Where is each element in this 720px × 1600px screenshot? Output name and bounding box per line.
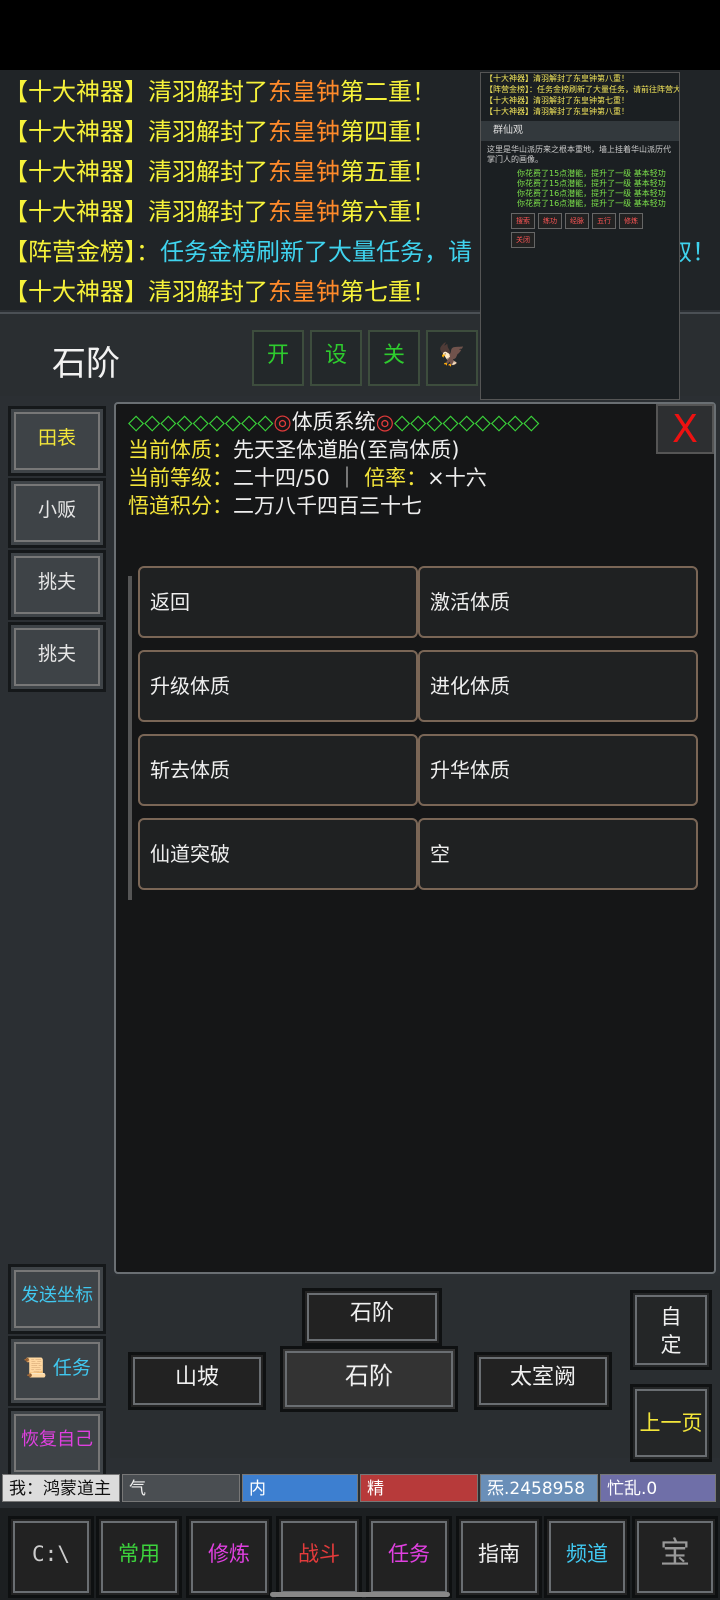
previous-page-button[interactable]: 上一页 [630,1384,712,1462]
location-title: 石阶 [52,344,120,384]
busy-display: 忙乱.0 [600,1474,716,1502]
mini-window-overlay[interactable]: 【十大神器】清羽解封了东皇钟第八重！ 【阵营金榜】：任务金榜刷新了大量任务，请前… [480,72,680,400]
settings-button[interactable]: 设 [310,330,362,386]
circle-decoration: ◎ [375,410,395,434]
npc-button-xiaofan[interactable]: 小贩 [8,478,106,548]
empty-slot-button[interactable]: 空 [418,818,698,890]
upgrade-constitution-button[interactable]: 升级体质 [138,650,418,722]
player-name: 我：鸿蒙道主 [2,1474,120,1502]
mini-description: 这里是华山派历来之根本重地，墙上挂着华山派历代掌门人的画像。 [487,145,671,164]
bottom-menu-bar: C:\ 常用 修炼 战斗 任务 指南 频道 宝 [0,1508,720,1600]
mini-button[interactable]: 关闭 [511,232,535,248]
current-level: 当前等级：二十四/50 ｜ 倍率：×十六 [128,466,487,490]
channel-button[interactable]: 频道 [544,1516,630,1598]
mini-log-line: 你花费了15点潜能，提升了一级 基本轻功 [517,179,666,188]
status-bar [0,0,720,70]
home-indicator [270,1592,450,1597]
custom-button[interactable]: 自 定 [630,1290,712,1370]
mini-button[interactable]: 五行 [592,213,616,229]
npc-button-tiaofu-2[interactable]: 挑夫 [8,622,106,692]
common-button[interactable]: 常用 [96,1516,182,1598]
mini-button-row: 搜索 练功 经脉 五行 修炼 关闭 [481,209,679,252]
immortal-breakthrough-button[interactable]: 仙道突破 [138,818,418,890]
chat-line: 【十大神器】清羽解封了东皇钟第六重！ [4,198,436,226]
panel-header: ◇◇◇◇◇◇◇◇◇◎体质系统◎◇◇◇◇◇◇◇◇◇ [128,408,539,436]
mini-button[interactable]: 经脉 [565,213,589,229]
nei-bar: 内 [242,1474,358,1502]
panel-title: 体质系统 [291,410,376,434]
enlightenment-points: 悟道积分：二万八千四百三十七 [128,494,422,518]
chat-line: 【十大神器】清羽解封了东皇钟第四重！ [4,118,436,146]
circle-decoration: ◎ [273,410,292,434]
npc-sidebar: 田表 小贩 挑夫 挑夫 发送坐标 📜 任务 恢复自己 [0,398,108,1478]
money-display: 炁.2458958 [480,1474,598,1502]
scroll-icon: 📜 [23,1357,47,1379]
send-coordinates-button[interactable]: 发送坐标 [8,1264,106,1334]
diamond-decoration: ◇◇◇◇◇◇◇◇◇ [128,410,274,434]
constitution-system-panel: ◇◇◇◇◇◇◇◇◇◎体质系统◎◇◇◇◇◇◇◇◇◇ X 当前体质：先天圣体道胎(至… [114,402,716,1274]
mini-location-title: 群仙观 [481,121,679,141]
battle-button[interactable]: 战斗 [276,1516,362,1598]
evolve-constitution-button[interactable]: 进化体质 [418,650,698,722]
current-constitution: 当前体质：先天圣体道胎(至高体质) [128,438,460,462]
mini-chat-line: 【十大神器】清羽解封了东皇钟第八重！ [485,74,629,83]
mini-log-line: 你花费了16点潜能，提升了一级 基本轻功 [517,199,666,208]
task-menu-button[interactable]: 任务 [366,1516,452,1598]
nav-north-button[interactable]: 石阶 [302,1288,442,1346]
mini-chat-line: 【十大神器】清羽解封了东皇钟第八重！ [485,107,629,116]
guide-button[interactable]: 指南 [456,1516,542,1598]
diamond-decoration: ◇◇◇◇◇◇◇◇◇ [394,410,540,434]
back-button[interactable]: 返回 [138,566,418,638]
mini-chat-line: 【十大神器】清羽解封了东皇钟第七重！ [485,96,629,105]
mini-chat-line: 【阵营金榜】：任务金榜刷新了大量任务，请前往阵营大厅接取！ [485,85,680,94]
eagle-icon[interactable]: 🦅 [426,330,478,386]
cultivate-button[interactable]: 修炼 [186,1516,272,1598]
chat-line: 【十大神器】清羽解封了东皇钟第二重！ [4,78,436,106]
navigation-panel: 石阶 山坡 石阶 太室阙 [110,1276,720,1458]
npc-button-tianbiao[interactable]: 田表 [8,406,106,476]
stats-bar: 我：鸿蒙道主 气 内 精 炁.2458958 忙乱.0 [0,1474,720,1504]
open-button[interactable]: 开 [252,330,304,386]
mini-log-line: 你花费了16点潜能，提升了一级 基本轻功 [517,189,666,198]
sublimate-constitution-button[interactable]: 升华体质 [418,734,698,806]
nav-current-location: 石阶 [280,1346,458,1412]
mini-button[interactable]: 练功 [538,213,562,229]
nav-east-button[interactable]: 太室阙 [474,1352,612,1410]
command-line-button[interactable]: C:\ [8,1516,94,1598]
task-label: 任务 [52,1357,91,1379]
restore-self-button[interactable]: 恢复自己 [8,1408,106,1478]
chat-line: 【十大神器】清羽解封了东皇钟第七重！ [4,278,436,306]
treasure-button[interactable]: 宝 [632,1516,718,1598]
close-button[interactable]: X [656,404,714,454]
jing-bar: 精 [360,1474,478,1502]
mini-button[interactable]: 搜索 [511,213,535,229]
task-button[interactable]: 📜 任务 [8,1336,106,1406]
sever-constitution-button[interactable]: 斩去体质 [138,734,418,806]
qi-bar: 气 [122,1474,240,1502]
activate-constitution-button[interactable]: 激活体质 [418,566,698,638]
close-toggle-button[interactable]: 关 [368,330,420,386]
chat-line: 【十大神器】清羽解封了东皇钟第五重！ [4,158,436,186]
scroll-rail[interactable] [128,576,132,900]
nav-west-button[interactable]: 山坡 [128,1352,266,1410]
npc-button-tiaofu[interactable]: 挑夫 [8,550,106,620]
mini-log-line: 你花费了15点潜能，提升了一级 基本轻功 [517,169,666,178]
mini-button[interactable]: 修炼 [619,213,643,229]
